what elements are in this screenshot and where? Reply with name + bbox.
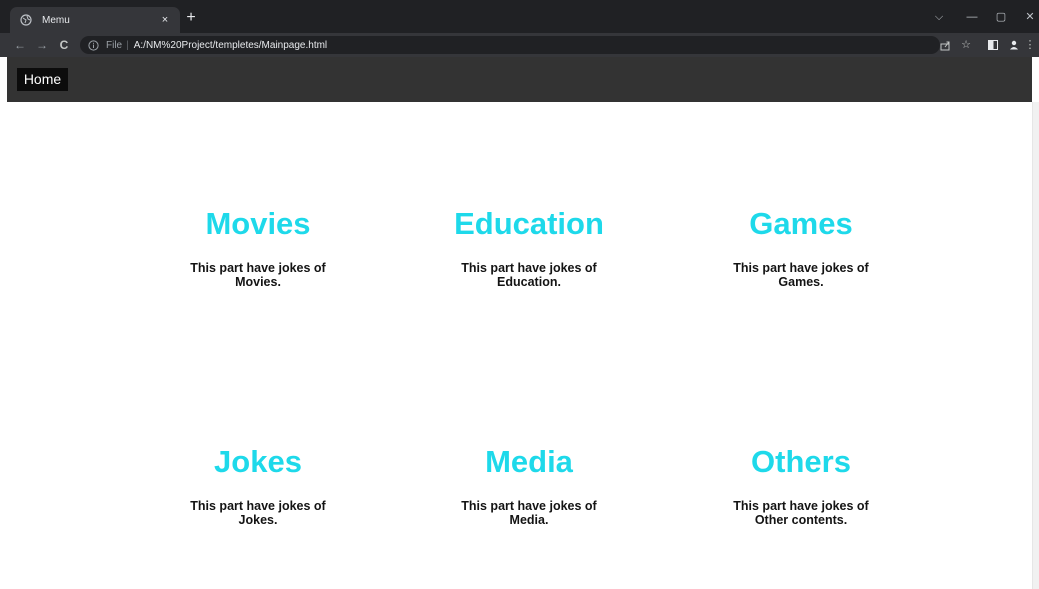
card-description: This part have jokes of Movies. bbox=[190, 261, 326, 289]
card-title[interactable]: Movies bbox=[168, 204, 348, 244]
page-navbar: Home bbox=[7, 57, 1032, 102]
scrollbar[interactable] bbox=[1032, 102, 1039, 589]
tab-close-icon[interactable]: × bbox=[156, 14, 174, 26]
card-description: This part have jokes of Media. bbox=[461, 499, 597, 527]
category-card-media[interactable]: Media This part have jokes of Media. bbox=[439, 442, 619, 527]
category-card-jokes[interactable]: Jokes This part have jokes of Jokes. bbox=[168, 442, 348, 527]
category-card-education[interactable]: Education This part have jokes of Educat… bbox=[439, 204, 619, 289]
tab-search-icon[interactable]: ⌵ bbox=[928, 9, 950, 25]
reload-button[interactable]: C bbox=[54, 35, 74, 55]
share-icon[interactable] bbox=[936, 36, 954, 54]
category-card-movies[interactable]: Movies This part have jokes of Movies. bbox=[168, 204, 348, 289]
category-card-others[interactable]: Others This part have jokes of Other con… bbox=[711, 442, 891, 527]
browser-toolbar: ← → C File | A:/NM%20Project/templetes/M… bbox=[0, 33, 1039, 57]
card-title[interactable]: Media bbox=[439, 442, 619, 482]
restore-button[interactable]: ▢ bbox=[990, 9, 1012, 25]
profile-icon[interactable] bbox=[1005, 36, 1023, 54]
new-tab-button[interactable]: + bbox=[181, 8, 201, 28]
omnibox-separator: | bbox=[126, 39, 129, 51]
card-description: This part have jokes of Other contents. bbox=[733, 499, 869, 527]
sidepanel-icon[interactable] bbox=[984, 36, 1002, 54]
card-title[interactable]: Jokes bbox=[168, 442, 348, 482]
info-icon[interactable] bbox=[88, 39, 100, 51]
url-text[interactable]: A:/NM%20Project/templetes/Mainpage.html bbox=[134, 40, 327, 51]
menu-icon[interactable]: ⋮ bbox=[1023, 36, 1037, 54]
browser-tab[interactable]: Memu × bbox=[10, 7, 180, 33]
card-title[interactable]: Education bbox=[439, 204, 619, 244]
card-description: This part have jokes of Education. bbox=[461, 261, 597, 289]
card-title[interactable]: Others bbox=[711, 442, 891, 482]
card-title[interactable]: Games bbox=[711, 204, 891, 244]
forward-button[interactable]: → bbox=[32, 35, 52, 55]
close-window-button[interactable]: ✕ bbox=[1019, 9, 1039, 25]
address-bar[interactable]: File | A:/NM%20Project/templetes/Mainpag… bbox=[80, 36, 940, 54]
category-card-games[interactable]: Games This part have jokes of Games. bbox=[711, 204, 891, 289]
star-icon[interactable]: ☆ bbox=[957, 36, 975, 54]
globe-icon bbox=[20, 14, 32, 26]
back-button[interactable]: ← bbox=[10, 35, 30, 55]
tab-title: Memu bbox=[42, 14, 70, 26]
scheme-label: File bbox=[106, 39, 123, 51]
home-button[interactable]: Home bbox=[17, 68, 68, 91]
card-description: This part have jokes of Games. bbox=[733, 261, 869, 289]
card-description: This part have jokes of Jokes. bbox=[190, 499, 326, 527]
minimize-button[interactable]: — bbox=[961, 9, 983, 25]
browser-titlebar: Memu × + ⌵ — ▢ ✕ bbox=[0, 0, 1039, 33]
